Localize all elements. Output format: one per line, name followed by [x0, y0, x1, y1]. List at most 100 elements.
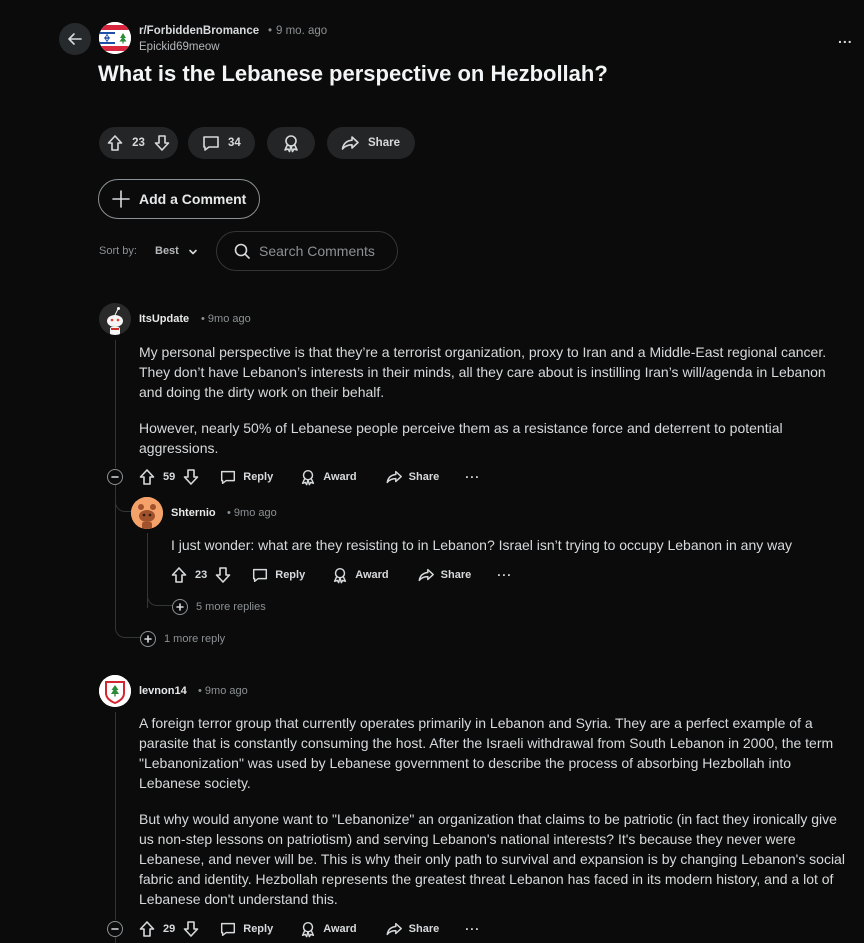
search-comments-box[interactable]: [216, 231, 398, 271]
share-button[interactable]: Share: [417, 566, 471, 584]
award-button[interactable]: Award: [299, 468, 357, 486]
sort-dropdown[interactable]: Best: [155, 245, 179, 257]
comment-vote-count: 29: [163, 923, 176, 935]
comment-icon: [221, 470, 236, 485]
comment-body: A foreign terror group that currently op…: [139, 713, 851, 909]
award-icon: [284, 135, 298, 153]
post-share-label: Share: [368, 137, 400, 149]
award-label: Award: [323, 923, 357, 935]
more-replies-label: 1 more reply: [164, 633, 226, 645]
commenter-avatar[interactable]: [99, 675, 131, 707]
comment-vote-count: 23: [195, 569, 208, 581]
subreddit-name[interactable]: r/ForbiddenBromance: [139, 25, 259, 37]
snoo-avatar-icon: [99, 303, 131, 335]
comment-actions: 23 Reply Award Share ···: [169, 563, 512, 587]
award-button[interactable]: Award: [331, 566, 389, 584]
commenter-avatar[interactable]: [99, 303, 131, 335]
post-overflow-menu-button[interactable]: ...: [838, 30, 853, 46]
post-award-button[interactable]: [267, 127, 315, 159]
comment-paragraph: But why would anyone want to "Lebanonize…: [139, 811, 845, 907]
comment-author[interactable]: ItsUpdate: [139, 313, 189, 325]
thread-connector: [115, 496, 132, 512]
share-button[interactable]: Share: [385, 468, 440, 486]
search-comments-input[interactable]: [259, 243, 389, 259]
share-label: Share: [408, 471, 440, 483]
share-button[interactable]: Share: [385, 920, 439, 938]
upvote-icon[interactable]: [105, 133, 125, 153]
minus-icon: [111, 476, 119, 478]
share-icon: [386, 470, 402, 484]
reply-label: Reply: [243, 923, 274, 935]
comment-vote-count: 59: [163, 471, 176, 483]
downvote-icon[interactable]: [152, 133, 172, 153]
upvote-icon[interactable]: [169, 565, 189, 585]
lebanese-forces-logo-icon: [99, 675, 131, 707]
post-vote-bar: 23: [99, 127, 178, 159]
comment-author[interactable]: Shternio: [171, 507, 216, 519]
reply-button[interactable]: Reply: [219, 920, 273, 938]
thread-connector: [147, 592, 173, 606]
more-replies-link[interactable]: 1 more reply: [140, 631, 225, 647]
meta-separator: •: [268, 25, 273, 37]
post-time: 9 mo. ago: [276, 25, 328, 37]
post-title: What is the Lebanese perspective on Hezb…: [98, 61, 608, 86]
post-comments-button[interactable]: 34: [188, 127, 255, 159]
thread-line[interactable]: [115, 712, 116, 920]
comment-paragraph: A foreign terror group that currently op…: [139, 715, 834, 791]
post-share-button[interactable]: Share: [327, 127, 415, 159]
award-label: Award: [323, 471, 357, 483]
minus-icon: [111, 928, 119, 930]
post-comment-count: 34: [228, 137, 241, 149]
sort-by-label: Sort by:: [99, 245, 137, 257]
thread-line[interactable]: [115, 937, 116, 943]
thread-line[interactable]: [115, 340, 116, 468]
comment-author[interactable]: levnon14: [139, 685, 187, 697]
award-icon: [302, 469, 315, 486]
comment-icon: [221, 922, 236, 937]
upvote-icon[interactable]: [137, 467, 157, 487]
comment-overflow-menu-button[interactable]: ···: [465, 922, 480, 936]
comment-overflow-menu-button[interactable]: ···: [465, 470, 480, 484]
subreddit-avatar[interactable]: [99, 22, 131, 54]
comment-time: • 9mo ago: [201, 313, 251, 325]
add-comment-label: Add a Comment: [139, 191, 247, 207]
plus-icon: [112, 190, 130, 208]
share-icon: [386, 922, 402, 936]
comment-time: • 9mo ago: [227, 507, 277, 519]
arrow-left-icon: [68, 33, 82, 45]
share-icon: [341, 136, 359, 150]
comment-paragraph: I just wonder: what are they resisting t…: [171, 537, 793, 553]
reply-button[interactable]: Reply: [251, 566, 305, 584]
comment-body: My personal perspective is that they’re …: [139, 342, 839, 458]
comment-overflow-menu-button[interactable]: ···: [497, 568, 512, 582]
more-replies-link[interactable]: 5 more replies: [172, 599, 266, 615]
upvote-icon[interactable]: [137, 919, 157, 939]
downvote-icon[interactable]: [181, 467, 201, 487]
post-author[interactable]: Epickid69meow: [139, 41, 220, 53]
comment-time: • 9mo ago: [198, 685, 248, 697]
comment-paragraph: However, nearly 50% of Lebanese people p…: [139, 420, 783, 456]
add-comment-button[interactable]: Add a Comment: [98, 179, 260, 219]
comment-paragraph: My personal perspective is that they’re …: [139, 344, 827, 400]
award-button[interactable]: Award: [299, 920, 357, 938]
commenter-avatar[interactable]: [131, 497, 163, 529]
reply-label: Reply: [275, 569, 306, 581]
back-button[interactable]: [59, 23, 91, 55]
collapse-thread-button[interactable]: [107, 921, 123, 937]
comment-icon: [203, 136, 219, 151]
more-replies-label: 5 more replies: [196, 601, 266, 613]
comment-icon: [253, 568, 268, 583]
collapse-thread-button[interactable]: [107, 469, 123, 485]
reply-label: Reply: [243, 471, 274, 483]
reply-button[interactable]: Reply: [219, 468, 273, 486]
post-vote-count: 23: [132, 137, 145, 149]
chevron-down-icon[interactable]: [188, 247, 198, 257]
downvote-icon[interactable]: [213, 565, 233, 585]
award-label: Award: [355, 569, 389, 581]
award-icon: [334, 567, 347, 584]
snoo-avatar-icon: [131, 497, 163, 529]
share-icon: [418, 568, 434, 582]
israel-lebanon-flag-icon: [99, 22, 131, 54]
downvote-icon[interactable]: [181, 919, 201, 939]
comment-body: I just wonder: what are they resisting t…: [171, 535, 831, 555]
